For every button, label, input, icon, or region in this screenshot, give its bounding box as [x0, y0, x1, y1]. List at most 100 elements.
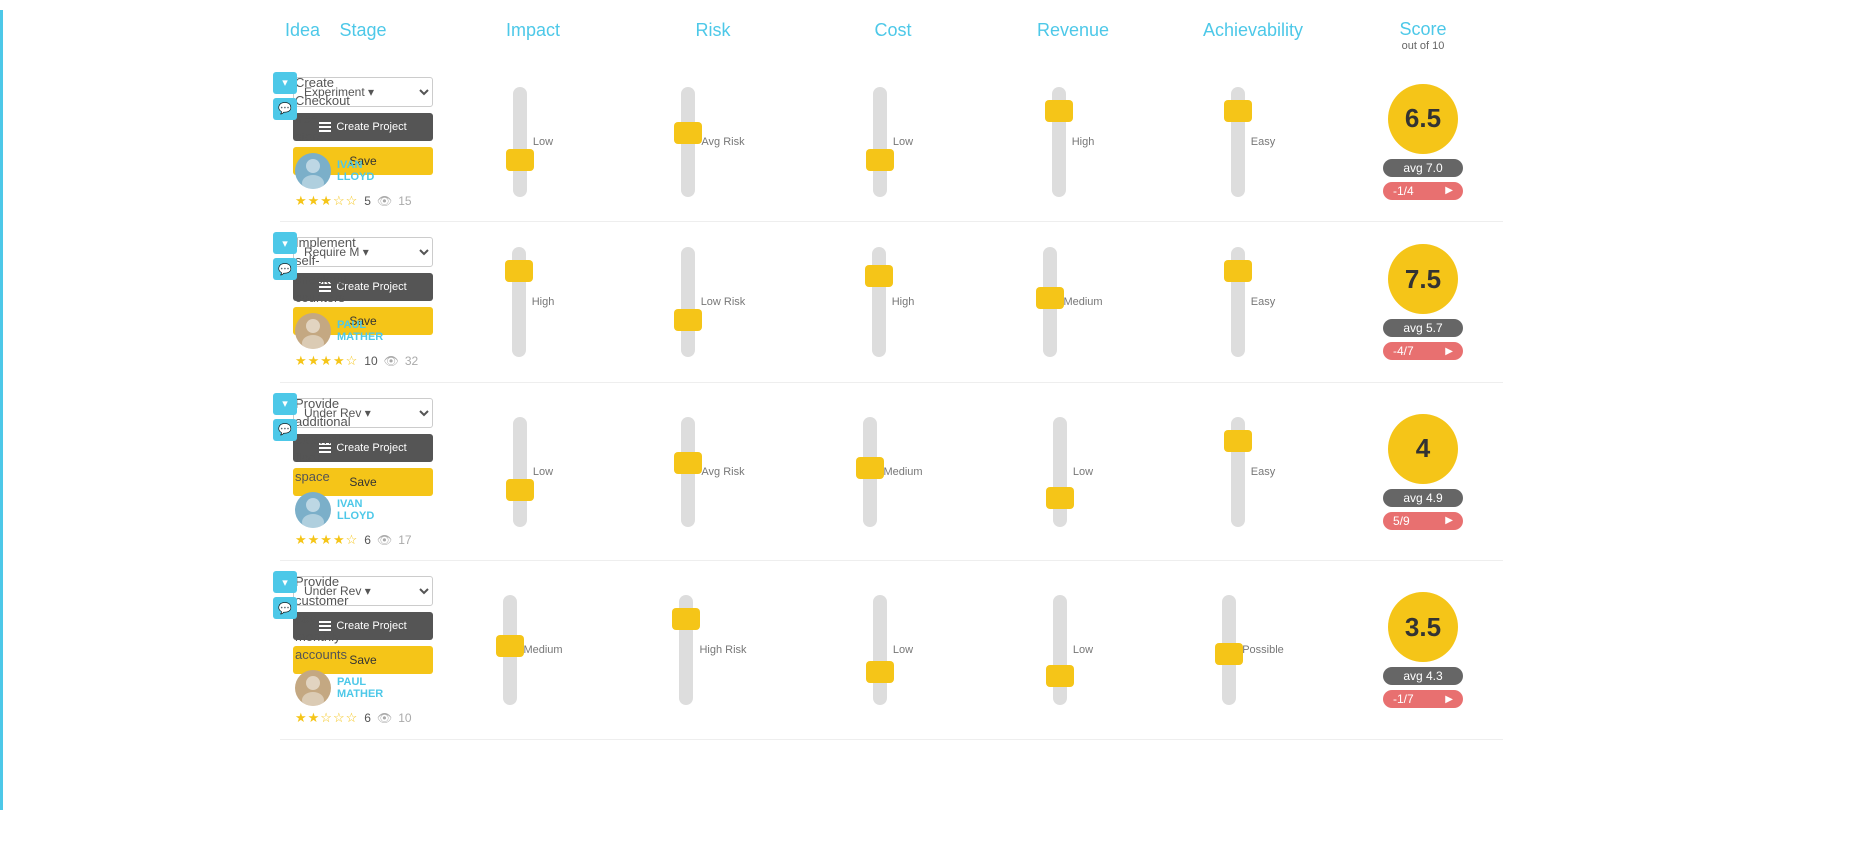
revenue-cell: Low: [983, 383, 1163, 562]
header-stage: Stage: [283, 10, 443, 62]
author-name[interactable]: PAUL MATHER: [337, 676, 383, 700]
rank-label: -4/7: [1393, 344, 1414, 358]
slider[interactable]: Medium: [863, 407, 922, 537]
vote-count: 6: [364, 711, 371, 725]
header-score: Score out of 10: [1343, 10, 1503, 62]
slider[interactable]: Low: [873, 585, 913, 715]
vote-count: 5: [364, 194, 371, 208]
slider[interactable]: Medium: [1043, 237, 1102, 367]
author-name[interactable]: IVAN LLOYD: [337, 159, 374, 183]
slider[interactable]: Easy: [1231, 407, 1275, 537]
slider[interactable]: Low: [873, 77, 913, 207]
slider[interactable]: Avg Risk: [681, 407, 744, 537]
idea-title: Create Checkout free stores: [295, 74, 325, 147]
chevron-down-btn[interactable]: ▾: [273, 571, 297, 593]
chevron-down-btn[interactable]: ▾: [273, 393, 297, 415]
slider[interactable]: Low: [513, 77, 553, 207]
view-count: 15: [398, 194, 411, 208]
slider-label: Low: [893, 136, 913, 148]
cost-cell: High: [803, 222, 983, 383]
slider[interactable]: Easy: [1231, 77, 1275, 207]
rank-arrow: ▶: [1445, 346, 1453, 357]
create-project-label: Create Project: [336, 121, 406, 133]
slider[interactable]: Medium: [503, 585, 562, 715]
header-revenue: Revenue: [983, 10, 1163, 62]
eye-icon: 👁: [384, 354, 399, 368]
idea-title: Provide customer pay monthly accounts: [295, 573, 325, 664]
author-name[interactable]: PAUL MATHER: [337, 319, 383, 343]
slider-label: Avg Risk: [701, 136, 744, 148]
score-cell: 4 avg 4.9 5/9 ▶: [1343, 383, 1503, 562]
author-name[interactable]: IVAN LLOYD: [337, 498, 374, 522]
slider[interactable]: High Risk: [679, 585, 746, 715]
vote-count: 6: [364, 533, 371, 547]
idea-title: Implement self-checkout counters: [295, 234, 325, 307]
eye-icon: 👁: [377, 194, 392, 208]
view-count: 32: [405, 354, 418, 368]
slider-label: Medium: [1063, 296, 1102, 308]
slider[interactable]: Easy: [1231, 237, 1275, 367]
vote-count: 10: [364, 354, 377, 368]
create-project-label: Create Project: [336, 620, 406, 632]
slider-label: Medium: [883, 466, 922, 478]
achievability-cell: Easy: [1163, 383, 1343, 562]
score-cell: 6.5 avg 7.0 -1/4 ▶: [1343, 62, 1503, 223]
revenue-cell: High: [983, 62, 1163, 223]
slider[interactable]: Low: [513, 407, 553, 537]
stars-display: ★★★☆☆: [295, 193, 358, 209]
slider-label: Possible: [1242, 644, 1284, 656]
comment-btn[interactable]: 💬: [273, 258, 297, 280]
view-count: 10: [398, 711, 411, 725]
eye-icon: 👁: [377, 711, 392, 725]
slider[interactable]: Low: [1053, 407, 1093, 537]
chevron-down-btn[interactable]: ▾: [273, 72, 297, 94]
rank-arrow: ▶: [1445, 694, 1453, 705]
rank-label: -1/4: [1393, 184, 1414, 198]
achievability-cell: Possible: [1163, 561, 1343, 740]
impact-cell: Medium: [443, 561, 623, 740]
slider[interactable]: High: [512, 237, 555, 367]
slider[interactable]: Avg Risk: [681, 77, 744, 207]
score-rank: 5/9 ▶: [1383, 512, 1463, 530]
slider-label: Easy: [1251, 466, 1275, 478]
cost-cell: Low: [803, 62, 983, 223]
impact-cell: Low: [443, 383, 623, 562]
score-avg: avg 4.9: [1383, 489, 1463, 507]
create-project-label: Create Project: [336, 442, 406, 454]
avatar: [295, 313, 331, 349]
risk-cell: High Risk: [623, 561, 803, 740]
impact-cell: High: [443, 222, 623, 383]
achievability-cell: Easy: [1163, 62, 1343, 223]
slider[interactable]: High: [1052, 77, 1095, 207]
score-avg: avg 7.0: [1383, 159, 1463, 177]
slider-label: Easy: [1251, 296, 1275, 308]
comment-btn[interactable]: 💬: [273, 419, 297, 441]
slider[interactable]: Low: [1053, 585, 1093, 715]
revenue-cell: Medium: [983, 222, 1163, 383]
score-cell: 7.5 avg 5.7 -4/7 ▶: [1343, 222, 1503, 383]
slider[interactable]: High: [872, 237, 915, 367]
score-cell: 3.5 avg 4.3 -1/7 ▶: [1343, 561, 1503, 740]
comment-btn[interactable]: 💬: [273, 98, 297, 120]
achievability-cell: Easy: [1163, 222, 1343, 383]
avatar: [295, 153, 331, 189]
slider-label: Low: [533, 466, 553, 478]
slider[interactable]: Possible: [1222, 585, 1284, 715]
score-avg: avg 5.7: [1383, 319, 1463, 337]
revenue-cell: Low: [983, 561, 1163, 740]
comment-btn[interactable]: 💬: [273, 597, 297, 619]
score-value: 7.5: [1388, 244, 1458, 314]
stars-display: ★★☆☆☆: [295, 710, 358, 726]
chevron-down-btn[interactable]: ▾: [273, 232, 297, 254]
score-value: 4: [1388, 414, 1458, 484]
score-value: 6.5: [1388, 84, 1458, 154]
slider-label: Easy: [1251, 136, 1275, 148]
rank-label: -1/7: [1393, 692, 1414, 706]
avatar: [295, 492, 331, 528]
cost-cell: Medium: [803, 383, 983, 562]
stars-display: ★★★★☆: [295, 353, 358, 369]
slider-label: High: [892, 296, 915, 308]
slider-label: Low: [1073, 466, 1093, 478]
rank-label: 5/9: [1393, 514, 1410, 528]
slider[interactable]: Low Risk: [681, 237, 746, 367]
